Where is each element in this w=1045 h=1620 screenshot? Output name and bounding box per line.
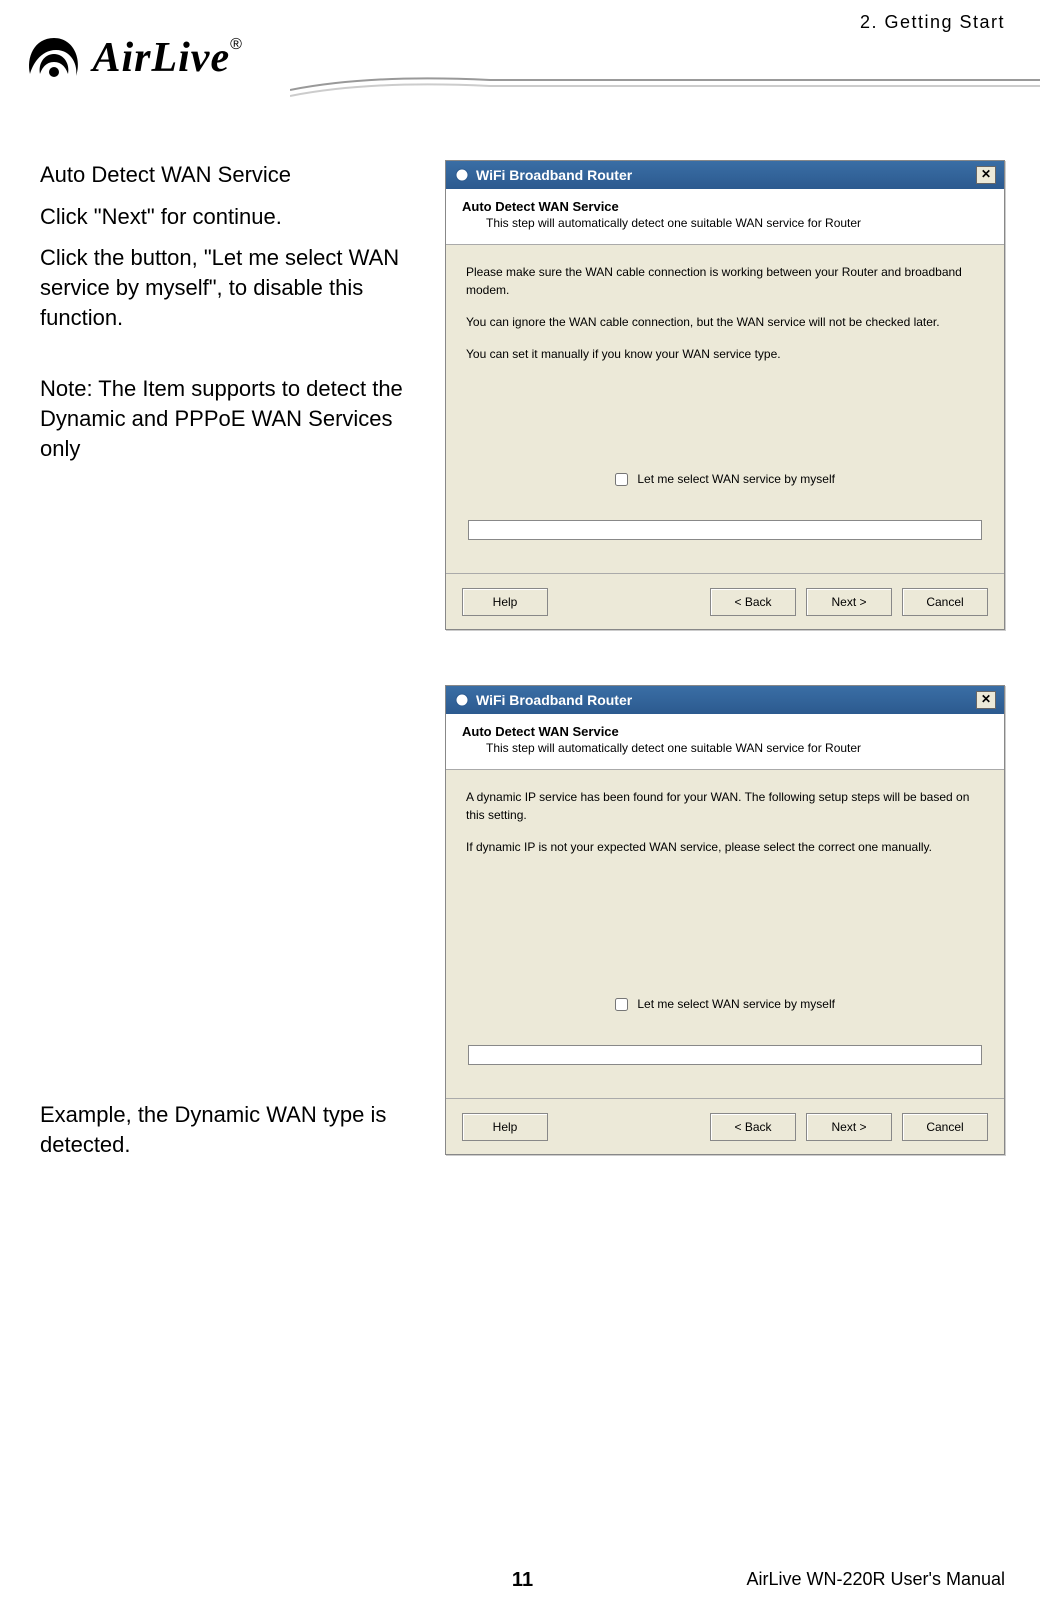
dialog-body-text: If dynamic IP is not your expected WAN s… <box>466 838 984 856</box>
dialog-header-panel: Auto Detect WAN Service This step will a… <box>446 714 1004 770</box>
instruction-column: Auto Detect WAN Service Click "Next" for… <box>40 160 425 1210</box>
brand-logo: AirLive® <box>20 30 300 100</box>
header-curve-decoration <box>290 70 1040 100</box>
dialog-header-panel: Auto Detect WAN Service This step will a… <box>446 189 1004 245</box>
close-button[interactable]: ✕ <box>976 166 996 184</box>
next-button[interactable]: Next > <box>806 1113 892 1141</box>
dialog-body-text: You can ignore the WAN cable connection,… <box>466 313 984 331</box>
manual-select-checkbox[interactable] <box>615 998 628 1011</box>
page-footer: 11 AirLive WN-220R User's Manual <box>40 1569 1005 1590</box>
app-icon <box>454 167 470 183</box>
manual-title: AirLive WN-220R User's Manual <box>746 1569 1005 1590</box>
example-caption: Example, the Dynamic WAN type is detecte… <box>40 1100 450 1159</box>
wizard-dialog-1: WiFi Broadband Router ✕ Auto Detect WAN … <box>445 160 1005 630</box>
instruction-heading: Auto Detect WAN Service <box>40 160 425 190</box>
checkbox-label[interactable]: Let me select WAN service by myself <box>615 997 835 1011</box>
dialog-body: Please make sure the WAN cable connectio… <box>446 245 1004 555</box>
dialog-body-text: A dynamic IP service has been found for … <box>466 788 984 824</box>
instruction-note: Note: The Item supports to detect the Dy… <box>40 374 425 463</box>
back-button[interactable]: < Back <box>710 588 796 616</box>
dialog-title: WiFi Broadband Router <box>476 692 632 708</box>
instruction-step-next: Click "Next" for continue. <box>40 202 425 232</box>
logo-swirl-icon <box>20 30 88 86</box>
dialog-step-subtitle: This step will automatically detect one … <box>462 739 988 755</box>
dialog-footer: Help < Back Next > Cancel <box>446 573 1004 629</box>
dialog-step-title: Auto Detect WAN Service <box>462 724 988 739</box>
back-button[interactable]: < Back <box>710 1113 796 1141</box>
dialog-title: WiFi Broadband Router <box>476 167 632 183</box>
dialog-step-title: Auto Detect WAN Service <box>462 199 988 214</box>
progress-bar <box>468 1045 982 1065</box>
page-number: 11 <box>512 1569 533 1592</box>
logo-text: AirLive <box>92 35 230 81</box>
dialog-footer: Help < Back Next > Cancel <box>446 1098 1004 1154</box>
manual-select-checkbox[interactable] <box>615 473 628 486</box>
help-button[interactable]: Help <box>462 1113 548 1141</box>
next-button[interactable]: Next > <box>806 588 892 616</box>
dialog-step-subtitle: This step will automatically detect one … <box>462 214 988 230</box>
progress-bar <box>468 520 982 540</box>
cancel-button[interactable]: Cancel <box>902 588 988 616</box>
section-breadcrumb: 2. Getting Start <box>860 12 1005 33</box>
help-button[interactable]: Help <box>462 588 548 616</box>
checkbox-text: Let me select WAN service by myself <box>637 472 835 486</box>
app-icon <box>454 692 470 708</box>
instruction-step-disable: Click the button, "Let me select WAN ser… <box>40 243 425 332</box>
wizard-dialog-2: WiFi Broadband Router ✕ Auto Detect WAN … <box>445 685 1005 1155</box>
close-button[interactable]: ✕ <box>976 691 996 709</box>
dialog-titlebar: WiFi Broadband Router ✕ <box>446 686 1004 714</box>
checkbox-label[interactable]: Let me select WAN service by myself <box>615 472 835 486</box>
dialog-body: A dynamic IP service has been found for … <box>446 770 1004 1080</box>
cancel-button[interactable]: Cancel <box>902 1113 988 1141</box>
dialog-titlebar: WiFi Broadband Router ✕ <box>446 161 1004 189</box>
logo-registered-mark: ® <box>230 36 242 53</box>
checkbox-text: Let me select WAN service by myself <box>637 997 835 1011</box>
dialog-body-text: You can set it manually if you know your… <box>466 345 984 363</box>
dialog-body-text: Please make sure the WAN cable connectio… <box>466 263 984 299</box>
